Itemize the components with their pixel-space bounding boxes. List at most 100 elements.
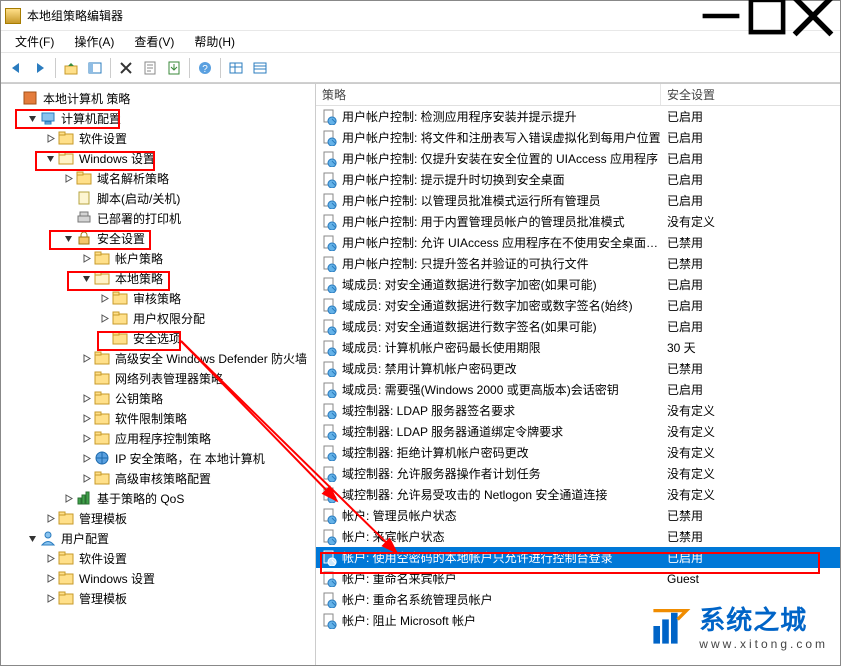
tree-item[interactable]: 用户配置 [1, 528, 315, 548]
twisty-icon[interactable] [7, 91, 21, 105]
twisty-icon[interactable] [61, 231, 75, 245]
tree-item[interactable]: 高级安全 Windows Defender 防火墙 [1, 348, 315, 368]
policy-row[interactable]: 用户帐户控制: 用于内置管理员帐户的管理员批准模式没有定义 [316, 211, 840, 232]
menu-help[interactable]: 帮助(H) [184, 31, 245, 52]
tree-item[interactable]: 软件设置 [1, 548, 315, 568]
toolbar-showhide[interactable] [84, 57, 106, 79]
tree-item[interactable]: Windows 设置 [1, 148, 315, 168]
policy-row[interactable]: 域控制器: 允许易受攻击的 Netlogon 安全通道连接没有定义 [316, 484, 840, 505]
twisty-icon[interactable] [79, 251, 93, 265]
tree-item[interactable]: 域名解析策略 [1, 168, 315, 188]
policy-row[interactable]: 域控制器: 允许服务器操作者计划任务没有定义 [316, 463, 840, 484]
toolbar-delete[interactable] [115, 57, 137, 79]
policy-row[interactable]: 用户帐户控制: 提示提升时切换到安全桌面已启用 [316, 169, 840, 190]
policy-row[interactable]: 用户帐户控制: 检测应用程序安装并提示提升已启用 [316, 106, 840, 127]
tree-item[interactable]: 本地策略 [1, 268, 315, 288]
tree-item[interactable]: 应用程序控制策略 [1, 428, 315, 448]
policy-item-icon [322, 151, 338, 167]
twisty-icon[interactable] [79, 271, 93, 285]
tree-pane[interactable]: 本地计算机 策略计算机配置软件设置Windows 设置域名解析策略脚本(启动/关… [1, 84, 316, 665]
policy-row[interactable]: 用户帐户控制: 将文件和注册表写入错误虚拟化到每用户位置已启用 [316, 127, 840, 148]
twisty-icon[interactable] [79, 371, 93, 385]
tree-item[interactable]: 软件限制策略 [1, 408, 315, 428]
tree-item[interactable]: 审核策略 [1, 288, 315, 308]
tree-item[interactable]: IP 安全策略，在 本地计算机 [1, 448, 315, 468]
twisty-icon[interactable] [79, 391, 93, 405]
tree-item[interactable]: 高级审核策略配置 [1, 468, 315, 488]
twisty-icon[interactable] [97, 311, 111, 325]
twisty-icon[interactable] [79, 451, 93, 465]
menu-view[interactable]: 查看(V) [124, 31, 184, 52]
twisty-icon[interactable] [97, 291, 111, 305]
close-button[interactable] [790, 1, 836, 31]
policy-row[interactable]: 域成员: 对安全通道数据进行数字加密(如果可能)已启用 [316, 274, 840, 295]
policy-row[interactable]: 域控制器: LDAP 服务器签名要求没有定义 [316, 400, 840, 421]
tree-item[interactable]: 脚本(启动/关机) [1, 188, 315, 208]
toolbar-viewdetails[interactable] [249, 57, 271, 79]
minimize-button[interactable] [698, 1, 744, 31]
twisty-icon[interactable] [43, 571, 57, 585]
toolbar-export[interactable] [163, 57, 185, 79]
policy-row[interactable]: 域成员: 禁用计算机帐户密码更改已禁用 [316, 358, 840, 379]
toolbar-back[interactable] [5, 57, 27, 79]
policy-row[interactable]: 域成员: 对安全通道数据进行数字签名(如果可能)已启用 [316, 316, 840, 337]
tree-item-label: 域名解析策略 [95, 169, 171, 188]
col-policy-header[interactable]: 策略 [316, 84, 661, 105]
policy-row[interactable]: 帐户: 使用空密码的本地帐户只允许进行控制台登录已启用 [316, 547, 840, 568]
policy-row[interactable]: 域成员: 需要强(Windows 2000 或更高版本)会话密钥已启用 [316, 379, 840, 400]
policy-row[interactable]: 域成员: 对安全通道数据进行数字加密或数字签名(始终)已启用 [316, 295, 840, 316]
toolbar-forward[interactable] [29, 57, 51, 79]
tree-item[interactable]: 管理模板 [1, 588, 315, 608]
twisty-icon[interactable] [61, 211, 75, 225]
policy-row[interactable]: 域控制器: 拒绝计算机帐户密码更改没有定义 [316, 442, 840, 463]
twisty-icon[interactable] [43, 591, 57, 605]
twisty-icon[interactable] [43, 131, 57, 145]
tree-item[interactable]: 安全设置 [1, 228, 315, 248]
tree-item[interactable]: 基于策略的 QoS [1, 488, 315, 508]
tree-item[interactable]: 网络列表管理器策略 [1, 368, 315, 388]
policy-row[interactable]: 用户帐户控制: 只提升签名并验证的可执行文件已禁用 [316, 253, 840, 274]
policy-row[interactable]: 帐户: 管理员帐户状态已禁用 [316, 505, 840, 526]
twisty-icon[interactable] [61, 171, 75, 185]
tree-item[interactable]: 安全选项 [1, 328, 315, 348]
policy-name: 用户帐户控制: 提示提升时切换到安全桌面 [342, 171, 565, 188]
tree-item[interactable]: 软件设置 [1, 128, 315, 148]
twisty-icon[interactable] [43, 551, 57, 565]
tree-item[interactable]: 公钥策略 [1, 388, 315, 408]
tree-item[interactable]: 本地计算机 策略 [1, 88, 315, 108]
maximize-button[interactable] [744, 1, 790, 31]
menu-action[interactable]: 操作(A) [64, 31, 124, 52]
policy-row[interactable]: 用户帐户控制: 允许 UIAccess 应用程序在不使用安全桌面…已禁用 [316, 232, 840, 253]
policy-setting: 已启用 [661, 549, 840, 566]
policy-row[interactable]: 帐户: 来宾帐户状态已禁用 [316, 526, 840, 547]
policy-list[interactable]: 用户帐户控制: 检测应用程序安装并提示提升已启用用户帐户控制: 将文件和注册表写… [316, 106, 840, 665]
tree-item[interactable]: Windows 设置 [1, 568, 315, 588]
col-setting-header[interactable]: 安全设置 [661, 84, 840, 105]
twisty-icon[interactable] [79, 411, 93, 425]
twisty-icon[interactable] [61, 191, 75, 205]
twisty-icon[interactable] [61, 491, 75, 505]
twisty-icon[interactable] [79, 351, 93, 365]
policy-row[interactable]: 用户帐户控制: 仅提升安装在安全位置的 UIAccess 应用程序已启用 [316, 148, 840, 169]
menu-file[interactable]: 文件(F) [5, 31, 64, 52]
policy-row[interactable]: 用户帐户控制: 以管理员批准模式运行所有管理员已启用 [316, 190, 840, 211]
twisty-icon[interactable] [97, 331, 111, 345]
twisty-icon[interactable] [79, 471, 93, 485]
twisty-icon[interactable] [43, 511, 57, 525]
toolbar-properties[interactable] [139, 57, 161, 79]
policy-row[interactable]: 帐户: 重命名来宾帐户Guest [316, 568, 840, 589]
policy-row[interactable]: 域成员: 计算机帐户密码最长使用期限30 天 [316, 337, 840, 358]
twisty-icon[interactable] [43, 151, 57, 165]
toolbar-up[interactable] [60, 57, 82, 79]
toolbar-help[interactable]: ? [194, 57, 216, 79]
tree-item[interactable]: 管理模板 [1, 508, 315, 528]
twisty-icon[interactable] [25, 531, 39, 545]
tree-item[interactable]: 计算机配置 [1, 108, 315, 128]
toolbar-viewlist[interactable] [225, 57, 247, 79]
twisty-icon[interactable] [25, 111, 39, 125]
tree-item[interactable]: 已部署的打印机 [1, 208, 315, 228]
policy-row[interactable]: 域控制器: LDAP 服务器通道绑定令牌要求没有定义 [316, 421, 840, 442]
tree-item[interactable]: 用户权限分配 [1, 308, 315, 328]
tree-item[interactable]: 帐户策略 [1, 248, 315, 268]
twisty-icon[interactable] [79, 431, 93, 445]
